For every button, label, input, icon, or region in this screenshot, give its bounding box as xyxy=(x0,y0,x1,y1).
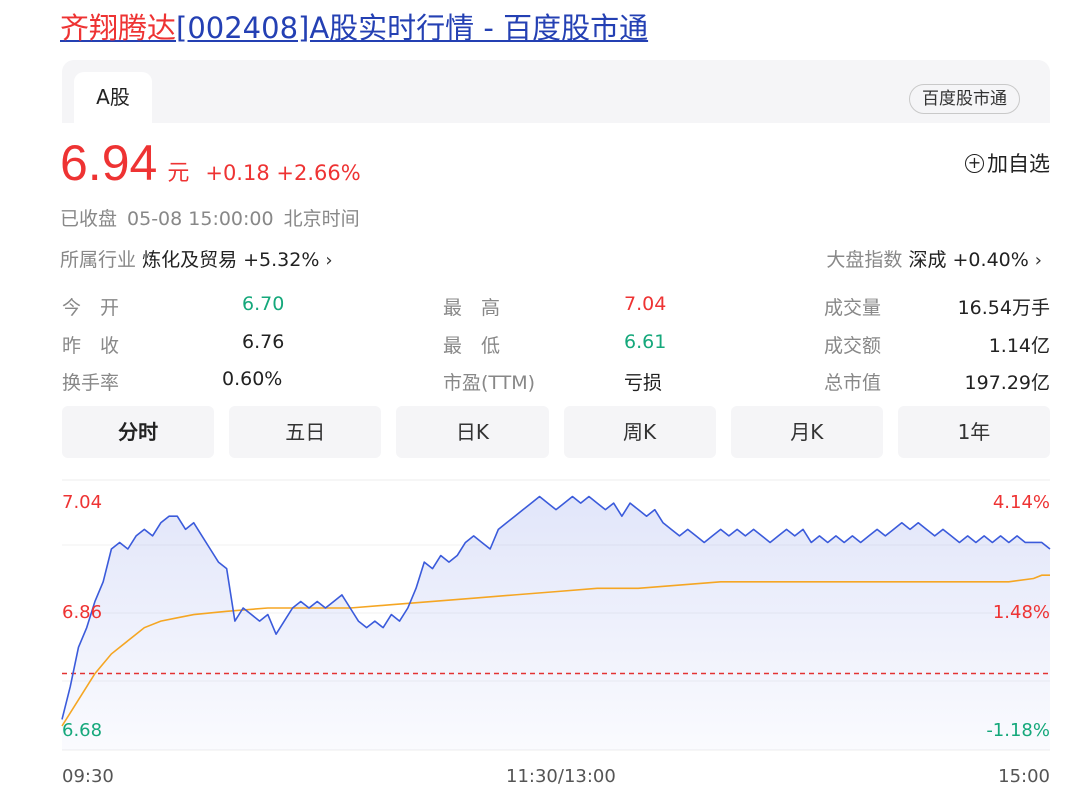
status-timezone: 北京时间 xyxy=(283,208,360,230)
market-tab-bar: A股 百度股市通 xyxy=(62,60,1050,123)
stat-high-value: 7.04 xyxy=(624,293,667,315)
index-pct: +0.40% xyxy=(952,249,1029,271)
title-rest[interactable]: [002408]A股实时行情 - 百度股市通 xyxy=(176,11,648,45)
source-badge[interactable]: 百度股市通 xyxy=(909,84,1020,114)
stat-low-label: 最 低 xyxy=(443,335,501,357)
x-tick-label-close: 15:00 xyxy=(998,766,1050,787)
stat-prev-value: 6.76 xyxy=(242,331,285,353)
stat-mcap-label: 总市值 xyxy=(824,372,882,394)
tab-a-share[interactable]: A股 xyxy=(74,72,152,123)
current-price: 6.94 xyxy=(60,135,158,191)
price-unit: 元 xyxy=(167,161,190,186)
industry-label: 所属行业 xyxy=(60,249,137,271)
x-tick-label-mid: 11:30/13:00 xyxy=(506,766,616,787)
stat-turnover-value: 0.60% xyxy=(222,368,283,390)
industry-name: 炼化及贸易 xyxy=(142,249,238,271)
stat-pe-label: 市盈(TTM) xyxy=(443,372,536,394)
price-change-value: +0.18 xyxy=(205,161,270,185)
stat-open-label: 今 开 xyxy=(62,297,120,319)
intraday-chart[interactable] xyxy=(0,470,1080,796)
price-area-fill xyxy=(62,496,1050,750)
stat-open-value: 6.70 xyxy=(242,293,285,315)
stat-vol-label: 成交量 xyxy=(824,297,882,319)
page-title-link[interactable]: 齐翔腾达[002408]A股实时行情 - 百度股市通 xyxy=(60,8,648,48)
tab-weekly-k[interactable]: 周K xyxy=(563,406,716,458)
y-pct-label-mid: 1.48% xyxy=(992,602,1050,623)
stat-amount-label: 成交额 xyxy=(824,335,882,357)
tab-daily-k[interactable]: 日K xyxy=(396,406,549,458)
tab-monthly-k[interactable]: 月K xyxy=(730,406,883,458)
stat-pe-value: 亏损 xyxy=(624,372,663,394)
tab-intraday[interactable]: 分时 xyxy=(62,406,215,458)
tab-five-day[interactable]: 五日 xyxy=(229,406,382,458)
tab-one-year[interactable]: 1年 xyxy=(897,406,1051,458)
add-watchlist-label: 加自选 xyxy=(987,152,1050,176)
stat-vol-value: 16.54万手 xyxy=(957,297,1050,319)
status-text: 已收盘 xyxy=(60,208,118,230)
period-tabs: 分时 五日 日K 周K 月K 1年 xyxy=(62,406,1051,458)
y-tick-label-mid: 6.86 xyxy=(62,602,103,623)
stat-turnover-label: 换手率 xyxy=(62,372,120,394)
stat-prev-label: 昨 收 xyxy=(62,335,120,357)
add-watchlist-button[interactable]: + 加自选 xyxy=(965,148,1050,178)
market-status: 已收盘 05-08 15:00:00 北京时间 xyxy=(60,204,370,231)
stat-high-label: 最 高 xyxy=(443,297,501,319)
price-change-pct: +2.66% xyxy=(276,161,361,185)
price-row: 6.94 元 +0.18 +2.66% xyxy=(60,135,361,191)
stat-low-value: 6.61 xyxy=(624,331,667,353)
index-link[interactable]: 大盘指数 深成 +0.40% › xyxy=(826,245,1042,272)
y-pct-label-top: 4.14% xyxy=(992,492,1050,513)
plus-circle-icon: + xyxy=(965,153,984,173)
index-name: 深成 xyxy=(908,249,947,271)
price-change: +0.18 +2.66% xyxy=(205,161,360,185)
stat-mcap-value: 197.29亿 xyxy=(964,372,1050,394)
chevron-right-icon: › xyxy=(1034,250,1042,271)
industry-pct: +5.32% xyxy=(243,249,320,271)
y-tick-label-top: 7.04 xyxy=(62,492,103,513)
stat-amount-value: 1.14亿 xyxy=(988,335,1050,357)
chevron-right-icon: › xyxy=(325,250,333,271)
industry-link[interactable]: 所属行业 炼化及贸易 +5.32% › xyxy=(60,245,333,272)
y-pct-label-bottom: -1.18% xyxy=(986,720,1050,741)
status-datetime: 05-08 15:00:00 xyxy=(127,208,274,230)
title-stock-name[interactable]: 齐翔腾达 xyxy=(60,11,176,45)
index-label: 大盘指数 xyxy=(826,249,903,271)
x-tick-label-open: 09:30 xyxy=(62,766,114,787)
y-tick-label-bottom: 6.68 xyxy=(62,720,103,741)
